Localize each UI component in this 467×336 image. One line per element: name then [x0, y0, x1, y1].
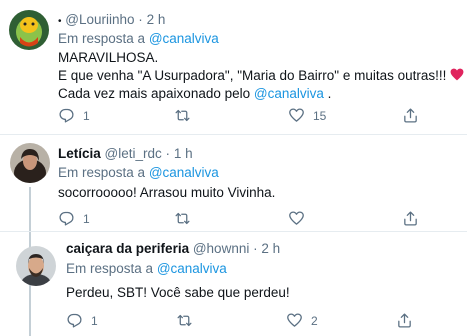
reply-count: 1	[91, 313, 98, 328]
tweet-text-segment: Cada vez mais apaixonado pelo	[58, 86, 251, 101]
retweet-button[interactable]	[174, 107, 199, 124]
reply-icon	[59, 211, 74, 226]
reply-button[interactable]: 1	[66, 312, 98, 329]
reply-context: Em resposta a @canalviva	[58, 31, 219, 46]
like-button[interactable]: 15	[288, 107, 326, 124]
reply-prefix: Em resposta a	[58, 31, 146, 46]
heart-icon	[287, 313, 302, 327]
tweet-2[interactable]: Letícia @leti_rdc · 1 h Em resposta a @c…	[0, 135, 467, 231]
tweet-header: caiçara da periferia @hownni · 2 h	[66, 241, 280, 256]
avatar[interactable]	[9, 10, 49, 50]
retweet-button[interactable]	[176, 312, 201, 329]
timestamp[interactable]: 1 h	[174, 146, 193, 161]
reply-icon	[59, 108, 74, 123]
reply-button[interactable]: 1	[58, 107, 90, 124]
tweet-3[interactable]: caiçara da periferia @hownni · 2 h Em re…	[0, 232, 467, 336]
like-count: 15	[313, 108, 327, 123]
tweet-header: Letícia @leti_rdc · 1 h	[58, 146, 193, 161]
reply-context: Em resposta a @canalviva	[66, 261, 227, 276]
tweet-actions: 1	[58, 210, 438, 228]
reply-context: Em resposta a @canalviva	[58, 165, 219, 180]
tweet-text: Perdeu, SBT! Você sabe que perdeu!	[66, 285, 290, 300]
share-icon	[404, 108, 417, 123]
retweet-icon	[175, 109, 190, 122]
retweet-icon	[175, 212, 190, 225]
name-prefix: •	[58, 16, 62, 27]
reply-count: 1	[83, 108, 90, 123]
reply-mention[interactable]: @canalviva	[149, 165, 219, 180]
display-name[interactable]: caiçara da periferia	[66, 241, 189, 256]
handle[interactable]: @Louriinho	[65, 12, 134, 27]
reply-icon	[67, 313, 82, 328]
retweet-icon	[177, 314, 192, 327]
retweet-button[interactable]	[174, 210, 199, 227]
tweet-text-line: E que venha "A Usurpadora", "Maria do Ba…	[58, 67, 464, 85]
like-button[interactable]: 2	[286, 312, 318, 329]
mention-link[interactable]: @canalviva	[254, 86, 324, 101]
display-name[interactable]: Letícia	[58, 146, 101, 161]
reply-prefix: Em resposta a	[66, 261, 154, 276]
like-count: 2	[311, 313, 318, 328]
red-heart-emoji-icon	[450, 68, 464, 81]
heart-icon	[289, 211, 304, 225]
separator-dot: ·	[165, 146, 171, 161]
timestamp[interactable]: 2 h	[147, 12, 166, 27]
reply-mention[interactable]: @canalviva	[149, 31, 219, 46]
share-button[interactable]	[402, 107, 419, 124]
tweet-text: MARAVILHOSA. E que venha "A Usurpadora",…	[58, 49, 464, 103]
share-button[interactable]	[396, 312, 413, 329]
timestamp[interactable]: 2 h	[261, 241, 280, 256]
share-button[interactable]	[402, 210, 419, 227]
reply-mention[interactable]: @canalviva	[157, 261, 227, 276]
handle[interactable]: @hownni	[193, 241, 250, 256]
thread-line	[29, 187, 31, 231]
tweet-text-segment: .	[327, 86, 332, 101]
heart-icon	[289, 108, 304, 122]
tweet-text: socorrooooo! Arrasou muito Vivinha.	[58, 185, 276, 200]
handle[interactable]: @leti_rdc	[105, 146, 162, 161]
tweet-actions: 1 15	[58, 107, 438, 125]
reply-button[interactable]: 1	[58, 210, 90, 227]
avatar[interactable]	[10, 143, 50, 183]
separator-dot: ·	[138, 12, 143, 27]
share-icon	[398, 313, 411, 328]
tweet-header: • @Louriinho · 2 h	[58, 12, 165, 27]
tweet-text-segment: E que venha "A Usurpadora", "Maria do Ba…	[58, 68, 447, 83]
separator-dot: ·	[253, 241, 258, 256]
like-button[interactable]	[288, 210, 313, 227]
share-icon	[404, 211, 417, 226]
tweet-text-line: MARAVILHOSA.	[58, 50, 159, 65]
tweet-1[interactable]: • @Louriinho · 2 h Em resposta a @canalv…	[0, 0, 467, 130]
tweet-actions: 1 2	[66, 312, 446, 330]
avatar[interactable]	[16, 246, 56, 286]
reply-count: 1	[83, 211, 90, 226]
tweet-text-line: Cada vez mais apaixonado pelo @canalviva…	[58, 85, 464, 103]
reply-prefix: Em resposta a	[58, 165, 146, 180]
